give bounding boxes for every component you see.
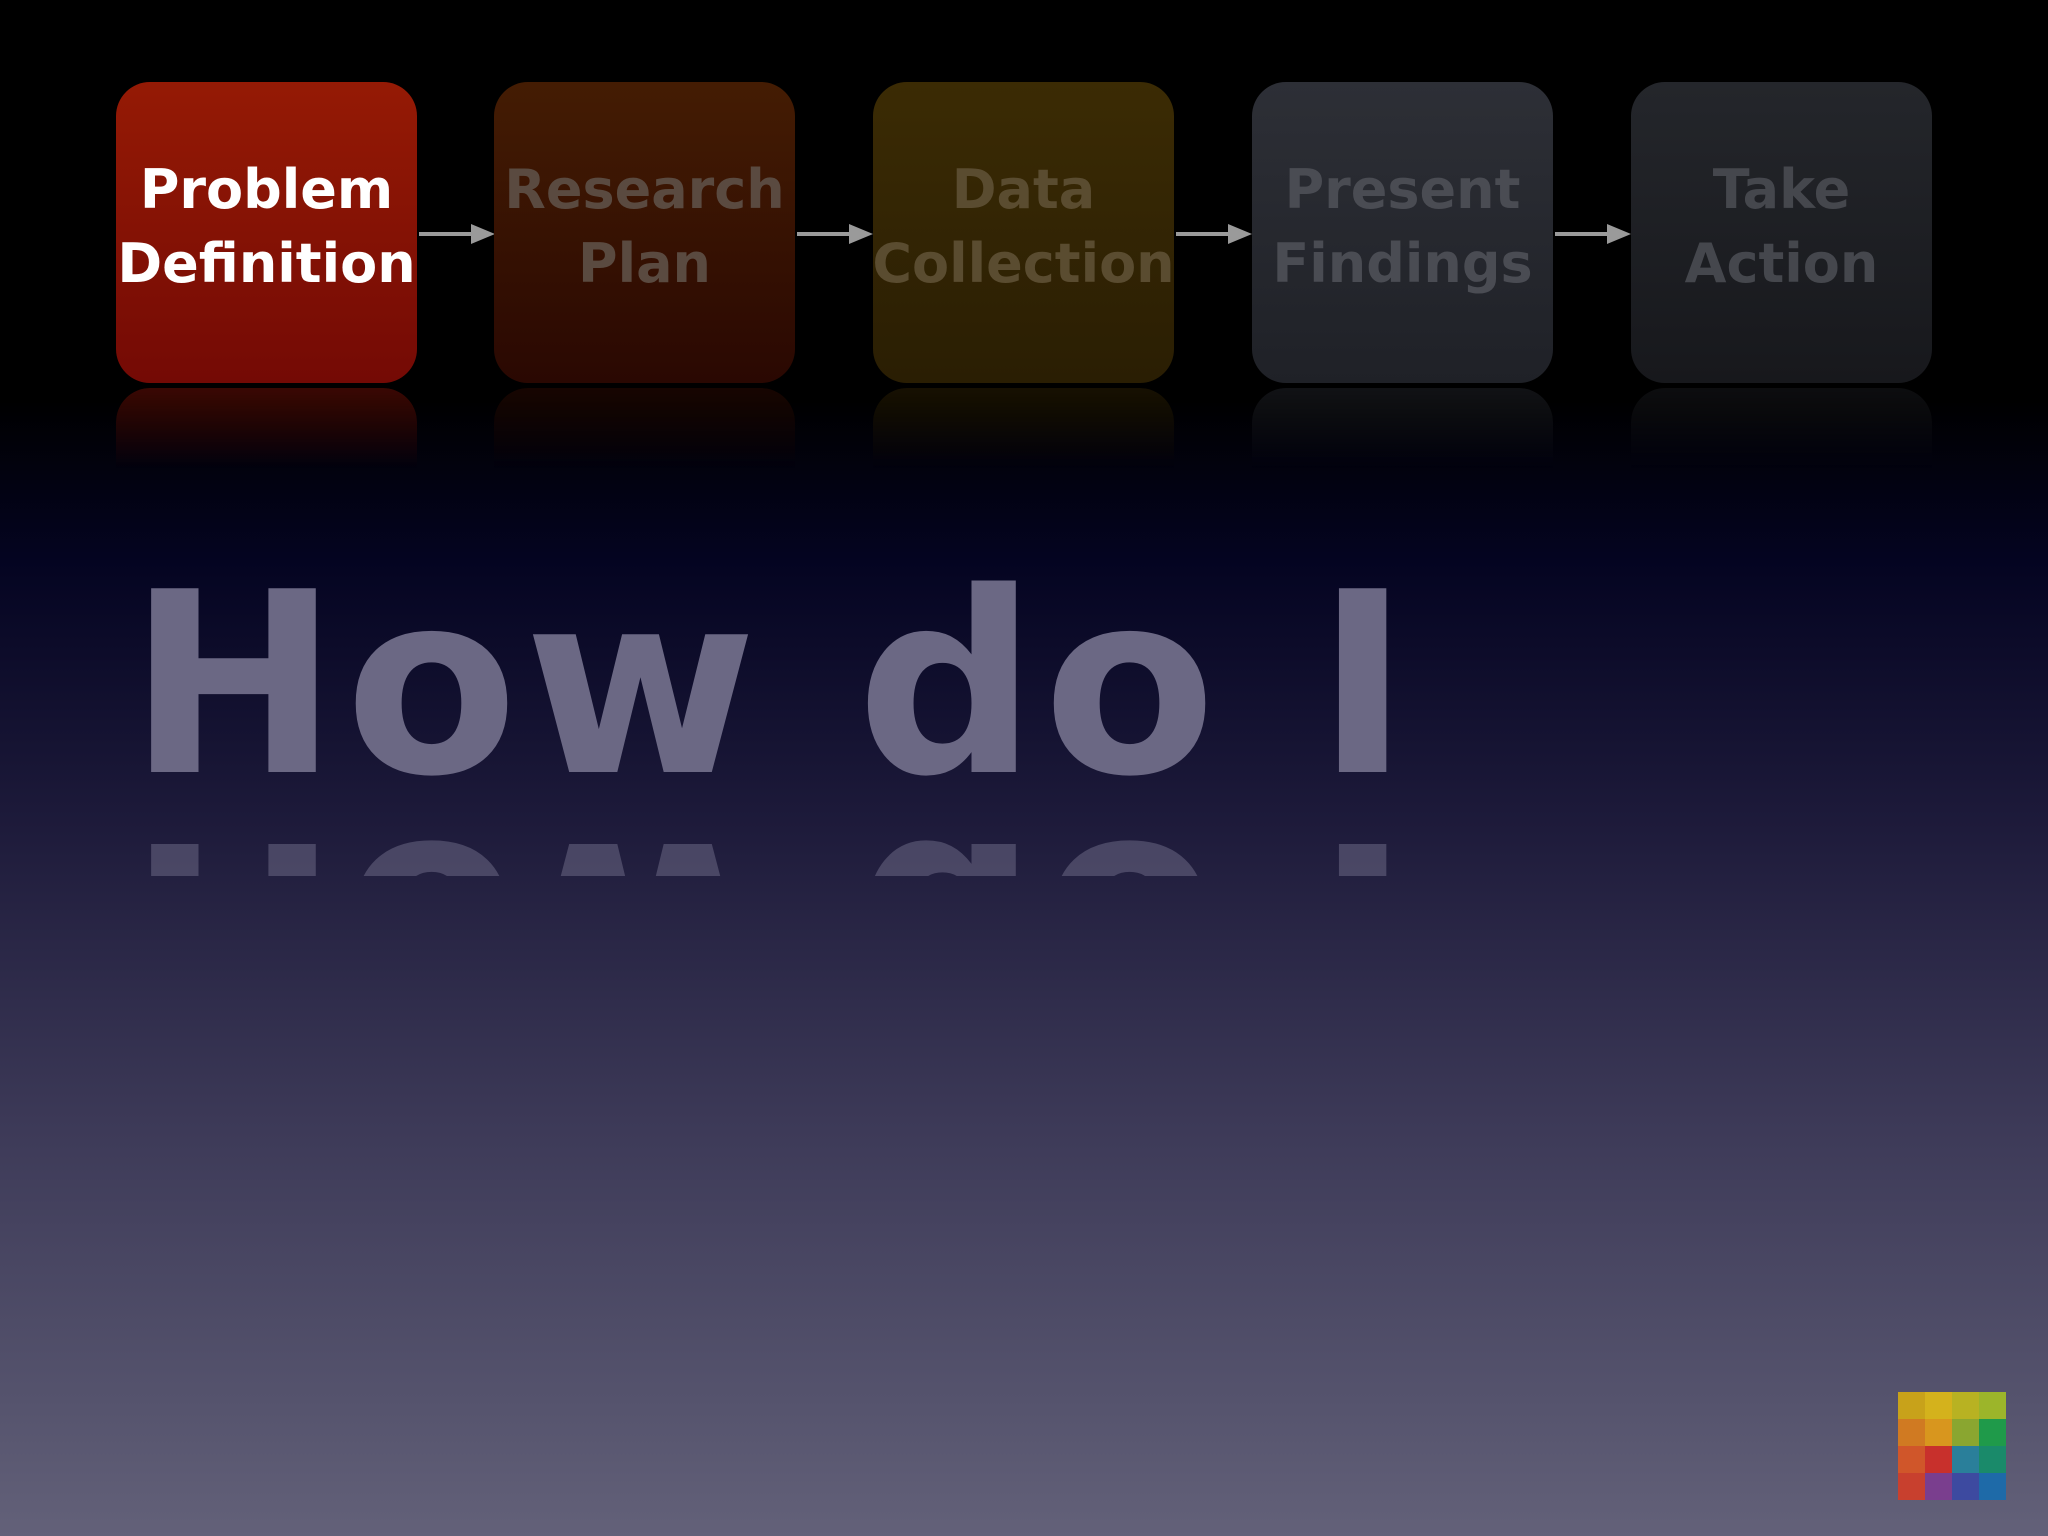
step-reflection	[116, 388, 417, 468]
right-arrow-icon	[419, 224, 495, 244]
step-label-line2: Definition	[117, 231, 416, 295]
step-reflection	[494, 388, 795, 468]
step-label-line1: Data	[951, 157, 1096, 221]
right-arrow-icon	[797, 224, 873, 244]
step-label-line1: Present	[1284, 157, 1521, 221]
step-present-findings: Present Findings	[1252, 82, 1553, 383]
step-label-line2: Action	[1684, 231, 1879, 295]
step-label-line1: Problem	[139, 157, 394, 221]
step-label-line2: Collection	[872, 231, 1175, 295]
step-data-collection: Data Collection	[872, 82, 1175, 383]
step-reflection	[1631, 388, 1932, 468]
step-label-line2: Findings	[1272, 231, 1533, 295]
slide-headline: How do I	[128, 539, 1416, 832]
right-arrow-icon	[1176, 224, 1252, 244]
process-flow: Problem Definition Research Plan Data Co…	[0, 0, 2048, 500]
right-arrow-icon	[1555, 224, 1631, 244]
step-label-line1: Research	[504, 157, 785, 221]
step-research-plan: Research Plan	[494, 82, 795, 383]
step-label-line2: Plan	[578, 231, 711, 295]
headline-reflection-text: How do I	[128, 812, 1416, 876]
step-reflection	[873, 388, 1174, 468]
step-take-action: Take Action	[1631, 82, 1932, 383]
step-reflection	[1252, 388, 1553, 468]
step-problem-definition: Problem Definition	[116, 82, 417, 383]
step-label-line1: Take	[1712, 157, 1851, 221]
color-grid-logo	[1898, 1392, 2006, 1500]
headline-reflection: How do I	[128, 812, 1416, 876]
